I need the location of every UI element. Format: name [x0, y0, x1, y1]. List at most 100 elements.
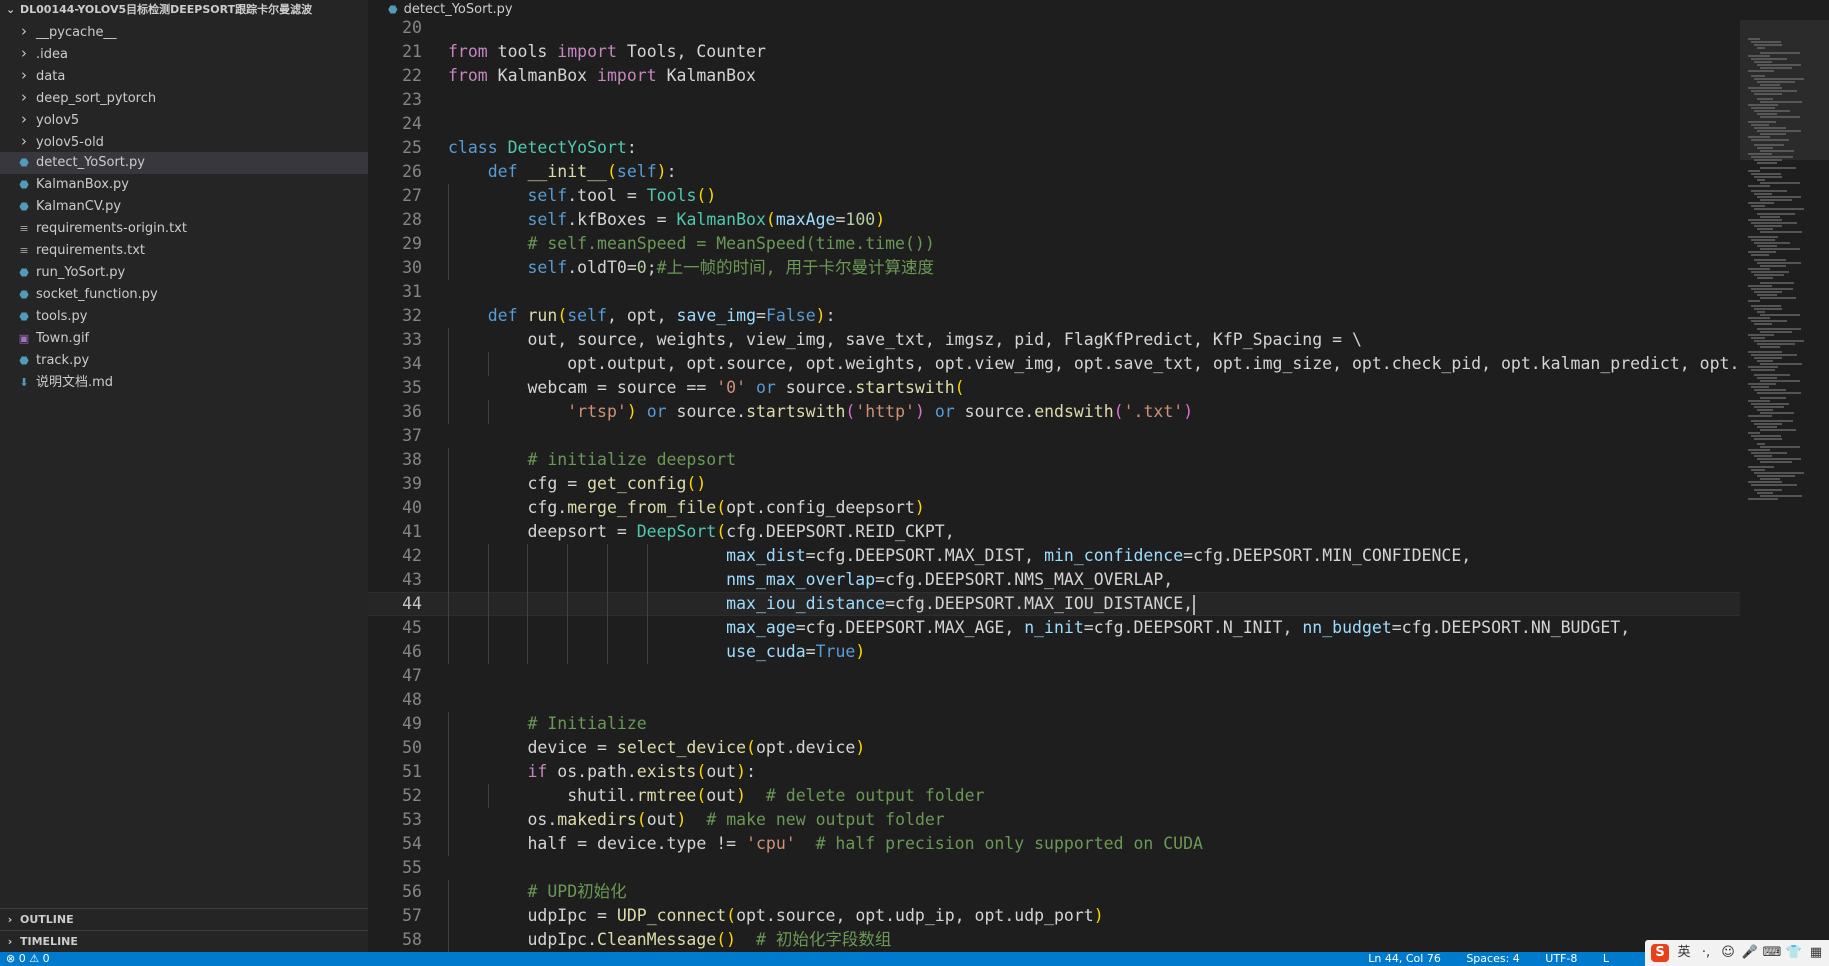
timeline-section-header[interactable]: › TIMELINE: [0, 930, 368, 952]
project-title-row[interactable]: ⌄ DL00144-YOLOV5目标检测DEEPSORT跟踪卡尔曼滤波: [0, 0, 368, 20]
ime-skin-icon[interactable]: 👕: [1783, 940, 1805, 966]
line-number: 55: [402, 858, 422, 877]
file-tree-item[interactable]: ⬣ run_YoSort.py: [0, 262, 368, 284]
code-line[interactable]: 38 # initialize deepsort: [368, 448, 1740, 472]
minimap-line: [1760, 346, 1780, 348]
code-line[interactable]: 49 # Initialize: [368, 712, 1740, 736]
code-line[interactable]: 34 opt.output, opt.source, opt.weights, …: [368, 352, 1740, 376]
file-tree-item[interactable]: › deep_sort_pytorch: [0, 86, 368, 108]
file-tree-item[interactable]: ⬇ 说明文档.md: [0, 372, 368, 394]
code-line[interactable]: 39 cfg = get_config(): [368, 472, 1740, 496]
code-text: udpIpc.CleanMessage() # 初始化字段数组: [448, 928, 891, 952]
minimap-line: [1748, 317, 1770, 319]
code-token: out, source, weights, view_img, save_txt…: [448, 330, 1362, 349]
code-line[interactable]: 58 udpIpc.CleanMessage() # 初始化字段数组: [368, 928, 1740, 952]
file-tree-item[interactable]: ⬣ socket_function.py: [0, 284, 368, 306]
file-tree-item[interactable]: › data: [0, 64, 368, 86]
file-tree-item[interactable]: › yolov5-old: [0, 130, 368, 152]
ime-language-toggle[interactable]: 英: [1673, 940, 1695, 966]
ime-voice-icon[interactable]: 🎤: [1739, 940, 1761, 966]
file-tree-item[interactable]: ⬣ track.py: [0, 350, 368, 372]
code-line[interactable]: 46 use_cuda=True): [368, 640, 1740, 664]
code-line[interactable]: 44 max_iou_distance=cfg.DEEPSORT.MAX_IOU…: [368, 592, 1740, 616]
code-line[interactable]: 41 deepsort = DeepSort(cfg.DEEPSORT.REID…: [368, 520, 1740, 544]
file-tree-item[interactable]: ≡ requirements-origin.txt: [0, 218, 368, 240]
code-editor[interactable]: 20 21 from tools import Tools, Counter 22 fr…: [368, 20, 1740, 952]
code-token: # half precision only supported on CUDA: [815, 834, 1203, 853]
code-line[interactable]: 47: [368, 664, 1740, 688]
file-tree-item[interactable]: ⬣ KalmanBox.py: [0, 174, 368, 196]
code-text: webcam = source == '0' or source.startsw…: [448, 376, 964, 400]
code-token: UDP_connect: [616, 906, 727, 925]
code-line[interactable]: 40 cfg.merge_from_file(opt.config_deepso…: [368, 496, 1740, 520]
outline-section-header[interactable]: › OUTLINE: [0, 908, 368, 930]
code-line[interactable]: 30 self.oldT0=0;#上一帧的时间, 用于卡尔曼计算速度: [368, 256, 1740, 280]
file-tree-item[interactable]: ≡ requirements.txt: [0, 240, 368, 262]
code-line[interactable]: 23: [368, 88, 1740, 112]
code-line[interactable]: 22 from KalmanBox import KalmanBox: [368, 64, 1740, 88]
cursor-position[interactable]: Ln 44, Col 76: [1368, 952, 1441, 965]
file-tree-item[interactable]: › __pycache__: [0, 20, 368, 42]
code-token: cfg.DEEPSORT.REID_CKPT,: [726, 522, 955, 541]
code-line[interactable]: 24: [368, 112, 1740, 136]
file-tree-item[interactable]: ▣ Town.gif: [0, 328, 368, 350]
minimap-line: [1751, 156, 1793, 158]
code-line[interactable]: 25 class DetectYoSort:: [368, 136, 1740, 160]
file-tree-item[interactable]: ⬣ detect_YoSort.py: [0, 152, 368, 174]
minimap-line: [1748, 498, 1778, 500]
tab-detect-yosort[interactable]: ⬣ detect_YoSort.py: [368, 0, 527, 20]
minimap-line: [1754, 323, 1772, 325]
minimap-line: [1760, 248, 1800, 250]
ime-keyboard-icon[interactable]: ⌨: [1761, 940, 1783, 966]
minimap-line: [1757, 196, 1801, 198]
code-line[interactable]: 56 # UPD初始化: [368, 880, 1740, 904]
file-tree-item[interactable]: › yolov5: [0, 108, 368, 130]
code-line[interactable]: 51 if os.path.exists(out):: [368, 760, 1740, 784]
problems-indicator[interactable]: ⊗ 0 ⚠ 0: [6, 952, 50, 966]
code-line[interactable]: 52 shutil.rmtree(out) # delete output fo…: [368, 784, 1740, 808]
minimap-line: [1757, 228, 1773, 230]
code-line[interactable]: 48: [368, 688, 1740, 712]
code-token: source.: [954, 402, 1035, 421]
code-line[interactable]: 20: [368, 20, 1740, 40]
code-line[interactable]: 57 udpIpc = UDP_connect(opt.source, opt.…: [368, 904, 1740, 928]
code-line[interactable]: 21 from tools import Tools, Counter: [368, 40, 1740, 64]
code-line[interactable]: 28 self.kfBoxes = KalmanBox(maxAge=100): [368, 208, 1740, 232]
minimap-line: [1754, 406, 1784, 408]
code-line[interactable]: 54 half = device.type != 'cpu' # half pr…: [368, 832, 1740, 856]
code-line[interactable]: 42 max_dist=cfg.DEEPSORT.MAX_DIST, min_c…: [368, 544, 1740, 568]
minimap-line: [1754, 472, 1804, 474]
line-ending-setting[interactable]: L: [1603, 952, 1609, 965]
code-line[interactable]: 29 # self.meanSpeed = MeanSpeed(time.tim…: [368, 232, 1740, 256]
file-tree-item[interactable]: ⬣ KalmanCV.py: [0, 196, 368, 218]
file-tree-item[interactable]: › .idea: [0, 42, 368, 64]
code-line[interactable]: 37: [368, 424, 1740, 448]
code-line[interactable]: 50 device = select_device(opt.device): [368, 736, 1740, 760]
code-line[interactable]: 45 max_age=cfg.DEEPSORT.MAX_AGE, n_init=…: [368, 616, 1740, 640]
ime-emoji-icon[interactable]: ☺: [1717, 940, 1739, 966]
code-line[interactable]: 31: [368, 280, 1740, 304]
code-line[interactable]: 53 os.makedirs(out) # make new output fo…: [368, 808, 1740, 832]
ime-punct-icon[interactable]: ·,: [1695, 940, 1717, 966]
file-tree-item-label: deep_sort_pytorch: [36, 91, 157, 106]
minimap[interactable]: [1740, 20, 1829, 952]
code-text: # self.meanSpeed = MeanSpeed(time.time()…: [448, 232, 934, 256]
code-line[interactable]: 32 def run(self, opt, save_img=False):: [368, 304, 1740, 328]
chevron-right-icon: ›: [21, 22, 27, 40]
code-token: exists: [636, 762, 697, 781]
ime-menu-icon[interactable]: ▦: [1805, 940, 1827, 966]
indentation-setting[interactable]: Spaces: 4: [1466, 952, 1519, 965]
sogou-logo-icon[interactable]: S: [1651, 944, 1669, 962]
code-line[interactable]: 27 self.tool = Tools(): [368, 184, 1740, 208]
code-line[interactable]: 33 out, source, weights, view_img, save_…: [368, 328, 1740, 352]
encoding-setting[interactable]: UTF-8: [1545, 952, 1577, 965]
file-tree-item[interactable]: ⬣ tools.py: [0, 306, 368, 328]
code-text: nms_max_overlap=cfg.DEEPSORT.NMS_MAX_OVE…: [448, 568, 1173, 592]
code-line[interactable]: 55: [368, 856, 1740, 880]
code-line[interactable]: 26 def __init__(self):: [368, 160, 1740, 184]
code-line[interactable]: 43 nms_max_overlap=cfg.DEEPSORT.NMS_MAX_…: [368, 568, 1740, 592]
code-line[interactable]: 35 webcam = source == '0' or source.star…: [368, 376, 1740, 400]
code-line[interactable]: 36 'rtsp') or source.startswith('http') …: [368, 400, 1740, 424]
